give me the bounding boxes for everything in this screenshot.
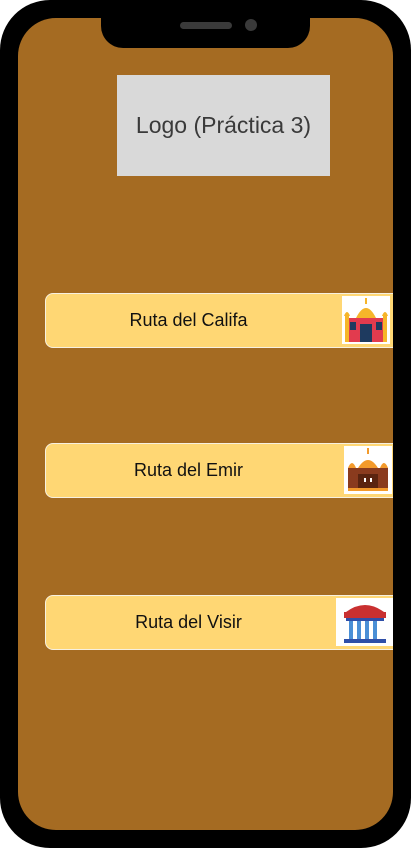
pavilion-icon: [336, 598, 393, 646]
route-califa-button[interactable]: Ruta del Califa: [45, 293, 393, 348]
front-camera: [245, 19, 257, 31]
route-label: Ruta del Emir: [133, 460, 244, 480]
logo-text: Logo (Práctica 3): [135, 112, 312, 138]
logo-placeholder: Logo (Práctica 3): [117, 75, 330, 176]
taj-mahal-icon: [342, 296, 390, 344]
app-screen: Logo (Práctica 3) Ruta del Califa Ruta d…: [18, 18, 393, 830]
speaker-grille: [180, 22, 232, 29]
palace-icon: [344, 446, 392, 494]
route-emir-button[interactable]: Ruta del Emir: [45, 443, 393, 498]
route-label: Ruta del Califa: [129, 310, 248, 330]
route-visir-button[interactable]: Ruta del Visir: [45, 595, 393, 650]
route-label: Ruta del Visir: [135, 612, 242, 632]
phone-frame: Logo (Práctica 3) Ruta del Califa Ruta d…: [0, 0, 411, 848]
